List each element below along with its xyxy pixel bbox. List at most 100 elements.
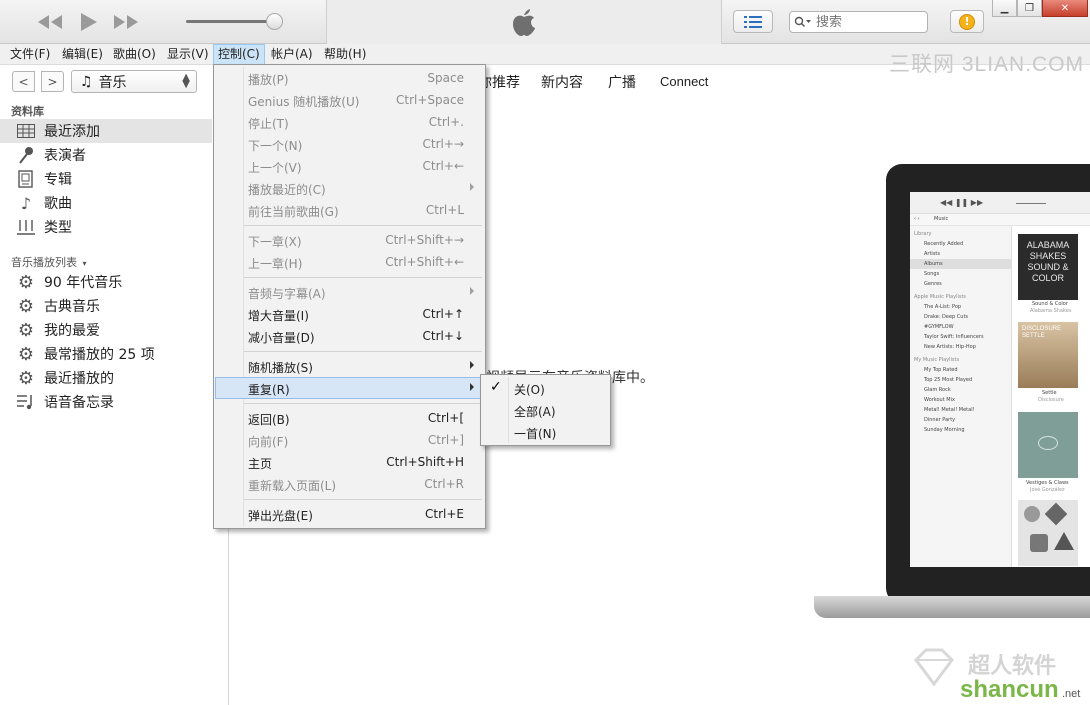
chevron-left-icon: < bbox=[18, 74, 29, 89]
menu-item-label: 停止(T) bbox=[248, 117, 289, 131]
fast-forward-button[interactable] bbox=[112, 10, 140, 34]
play-button[interactable] bbox=[76, 10, 100, 34]
sidebar-item-playlist[interactable]: 语音备忘录 bbox=[0, 390, 212, 414]
sidebar-item-albums[interactable]: 专辑 bbox=[0, 167, 212, 191]
volume-knob[interactable] bbox=[265, 13, 283, 30]
menu-file[interactable]: 文件(F) bbox=[6, 44, 54, 65]
menu-item-label: 返回(B) bbox=[248, 413, 290, 427]
playlists-header[interactable]: 音乐播放列表 ▾ bbox=[11, 254, 87, 270]
mini-item: The A-List: Pop bbox=[924, 304, 962, 310]
tab-connect[interactable]: Connect bbox=[660, 74, 708, 89]
sidebar: 资料库 最近添加 表演者 专辑 ♪ 歌曲 类型 音乐播放列表 ▾ ⚙ 90 年代… bbox=[0, 97, 229, 705]
menu-item-shortcut: Ctrl+→ bbox=[422, 137, 464, 151]
alert-button[interactable]: ! bbox=[950, 10, 984, 33]
menu-edit[interactable]: 编辑(E) bbox=[58, 44, 107, 65]
menu-item-label: 减小音量(D) bbox=[248, 331, 315, 345]
sidebar-item-genres[interactable]: 类型 bbox=[0, 215, 212, 239]
menu-item-previous: 上一个(V) Ctrl+← bbox=[215, 155, 484, 177]
menu-item-eject[interactable]: 弹出光盘(E) Ctrl+E bbox=[215, 503, 484, 525]
mini-album-artist: José González bbox=[1030, 487, 1065, 493]
menu-account[interactable]: 帐户(A) bbox=[267, 44, 317, 65]
checkmark-icon: ✓ bbox=[490, 379, 502, 395]
close-button[interactable]: ✕ bbox=[1042, 0, 1088, 17]
menu-item-label: 向前(F) bbox=[248, 435, 289, 449]
menu-item-repeat[interactable]: 重复(R) bbox=[215, 377, 484, 399]
menu-item-label: 一首(N) bbox=[514, 427, 557, 441]
submenu-arrow-icon bbox=[470, 383, 474, 391]
media-kind-select[interactable]: ♫ 音乐 ▲ ▼ bbox=[71, 70, 197, 93]
menu-item-repeat-off[interactable]: ✓ 关(O) bbox=[483, 377, 609, 399]
menu-item-shuffle[interactable]: 随机播放(S) bbox=[215, 355, 484, 377]
mini-item: #GYMFLOW bbox=[924, 324, 954, 330]
search-field[interactable] bbox=[789, 11, 928, 33]
menu-item-next-chapter: 下一章(X) Ctrl+Shift+→ bbox=[215, 229, 484, 251]
now-playing-display bbox=[326, 0, 722, 44]
menu-item-shortcut: Ctrl+L bbox=[425, 203, 464, 217]
submenu-arrow-icon bbox=[470, 287, 474, 295]
sidebar-item-recently-added[interactable]: 最近添加 bbox=[0, 119, 212, 143]
sidebar-item-songs[interactable]: ♪ 歌曲 bbox=[0, 191, 212, 215]
sidebar-item-playlist[interactable]: ⚙ 最常播放的 25 项 bbox=[0, 342, 212, 366]
menu-item-label: 下一个(N) bbox=[248, 139, 303, 153]
mini-nav: ‹ › Music bbox=[910, 214, 1090, 226]
chevron-down-icon: ▾ bbox=[82, 259, 87, 268]
mini-item: Taylor Swift: Influencers bbox=[924, 334, 984, 340]
menu-help[interactable]: 帮助(H) bbox=[320, 44, 370, 65]
mini-apple-playlists-header: Apple Music Playlists bbox=[914, 294, 967, 300]
menu-item-stop: 停止(T) Ctrl+. bbox=[215, 111, 484, 133]
restore-button[interactable]: ❐ bbox=[1017, 0, 1042, 17]
mini-album-title: Vestiges & Claws bbox=[1026, 480, 1069, 486]
mini-volume bbox=[1016, 203, 1046, 204]
gear-icon: ⚙ bbox=[17, 343, 35, 365]
list-icon bbox=[744, 15, 762, 28]
menu-item-volume-down[interactable]: 减小音量(D) Ctrl+↓ bbox=[215, 325, 484, 347]
search-input[interactable] bbox=[812, 13, 912, 31]
menu-item-shortcut: Ctrl+↑ bbox=[422, 307, 464, 321]
menu-item-label: 上一章(H) bbox=[248, 257, 303, 271]
mini-album-artist: Alabama Shakes bbox=[1030, 308, 1072, 314]
menu-item-label: 上一个(V) bbox=[248, 161, 302, 175]
rewind-button[interactable] bbox=[36, 10, 64, 34]
menu-item-shortcut: Ctrl+. bbox=[428, 115, 464, 129]
music-note-icon: ♫ bbox=[80, 73, 93, 90]
minimize-button[interactable]: ▁ bbox=[992, 0, 1017, 17]
sidebar-item-playlist[interactable]: ⚙ 90 年代音乐 bbox=[0, 270, 212, 294]
close-icon: ✕ bbox=[1060, 2, 1070, 14]
tab-radio[interactable]: 广播 bbox=[608, 72, 636, 92]
sidebar-item-playlist[interactable]: ⚙ 古典音乐 bbox=[0, 294, 212, 318]
menu-song[interactable]: 歌曲(O) bbox=[109, 44, 160, 65]
sidebar-item-artists[interactable]: 表演者 bbox=[0, 143, 212, 167]
menu-item-shortcut: Ctrl+R bbox=[424, 477, 464, 491]
sidebar-item-label: 语音备忘录 bbox=[44, 395, 114, 411]
back-button[interactable]: < bbox=[12, 71, 35, 92]
menu-item-back[interactable]: 返回(B) Ctrl+[ bbox=[215, 407, 484, 429]
eye-icon bbox=[1038, 436, 1058, 450]
menu-item-previous-chapter: 上一章(H) Ctrl+Shift+← bbox=[215, 251, 484, 273]
menu-item-shortcut: Ctrl+Space bbox=[396, 93, 464, 107]
mini-album-artist: Disclosure bbox=[1038, 397, 1064, 403]
menu-view[interactable]: 显示(V) bbox=[163, 44, 213, 65]
mini-item: My Top Rated bbox=[924, 367, 958, 373]
playlist-icon bbox=[16, 394, 36, 410]
forward-button[interactable]: > bbox=[41, 71, 64, 92]
menu-item-home[interactable]: 主页 Ctrl+Shift+H bbox=[215, 451, 484, 473]
minimize-icon: ▁ bbox=[1000, 2, 1009, 14]
mini-album-art: DISCLOSURE SETTLE bbox=[1018, 322, 1078, 388]
mini-item: New Artists: Hip-Hop bbox=[924, 344, 976, 350]
sidebar-item-playlist[interactable]: ⚙ 我的最爱 bbox=[0, 318, 212, 342]
up-next-button[interactable] bbox=[733, 10, 773, 33]
sidebar-item-label: 类型 bbox=[44, 220, 72, 236]
genre-icon bbox=[16, 219, 36, 235]
player-bar: ! ▁ ❐ ✕ bbox=[0, 0, 1090, 44]
mini-album-art-text: DISCLOSURE SETTLE bbox=[1022, 326, 1062, 339]
menu-controls[interactable]: 控制(C) bbox=[213, 44, 265, 65]
mini-item: Top 25 Most Played bbox=[924, 377, 973, 383]
menu-item-volume-up[interactable]: 增大音量(I) Ctrl+↑ bbox=[215, 303, 484, 325]
menu-item-repeat-one[interactable]: 一首(N) bbox=[483, 421, 609, 443]
mini-sidebar: Library Recently Added Artists Albums So… bbox=[910, 226, 1012, 567]
sidebar-item-label: 古典音乐 bbox=[44, 299, 100, 315]
sidebar-item-playlist[interactable]: ⚙ 最近播放的 bbox=[0, 366, 212, 390]
menu-item-repeat-all[interactable]: 全部(A) bbox=[483, 399, 609, 421]
tab-new[interactable]: 新内容 bbox=[541, 72, 583, 92]
submenu-arrow-icon bbox=[470, 361, 474, 369]
